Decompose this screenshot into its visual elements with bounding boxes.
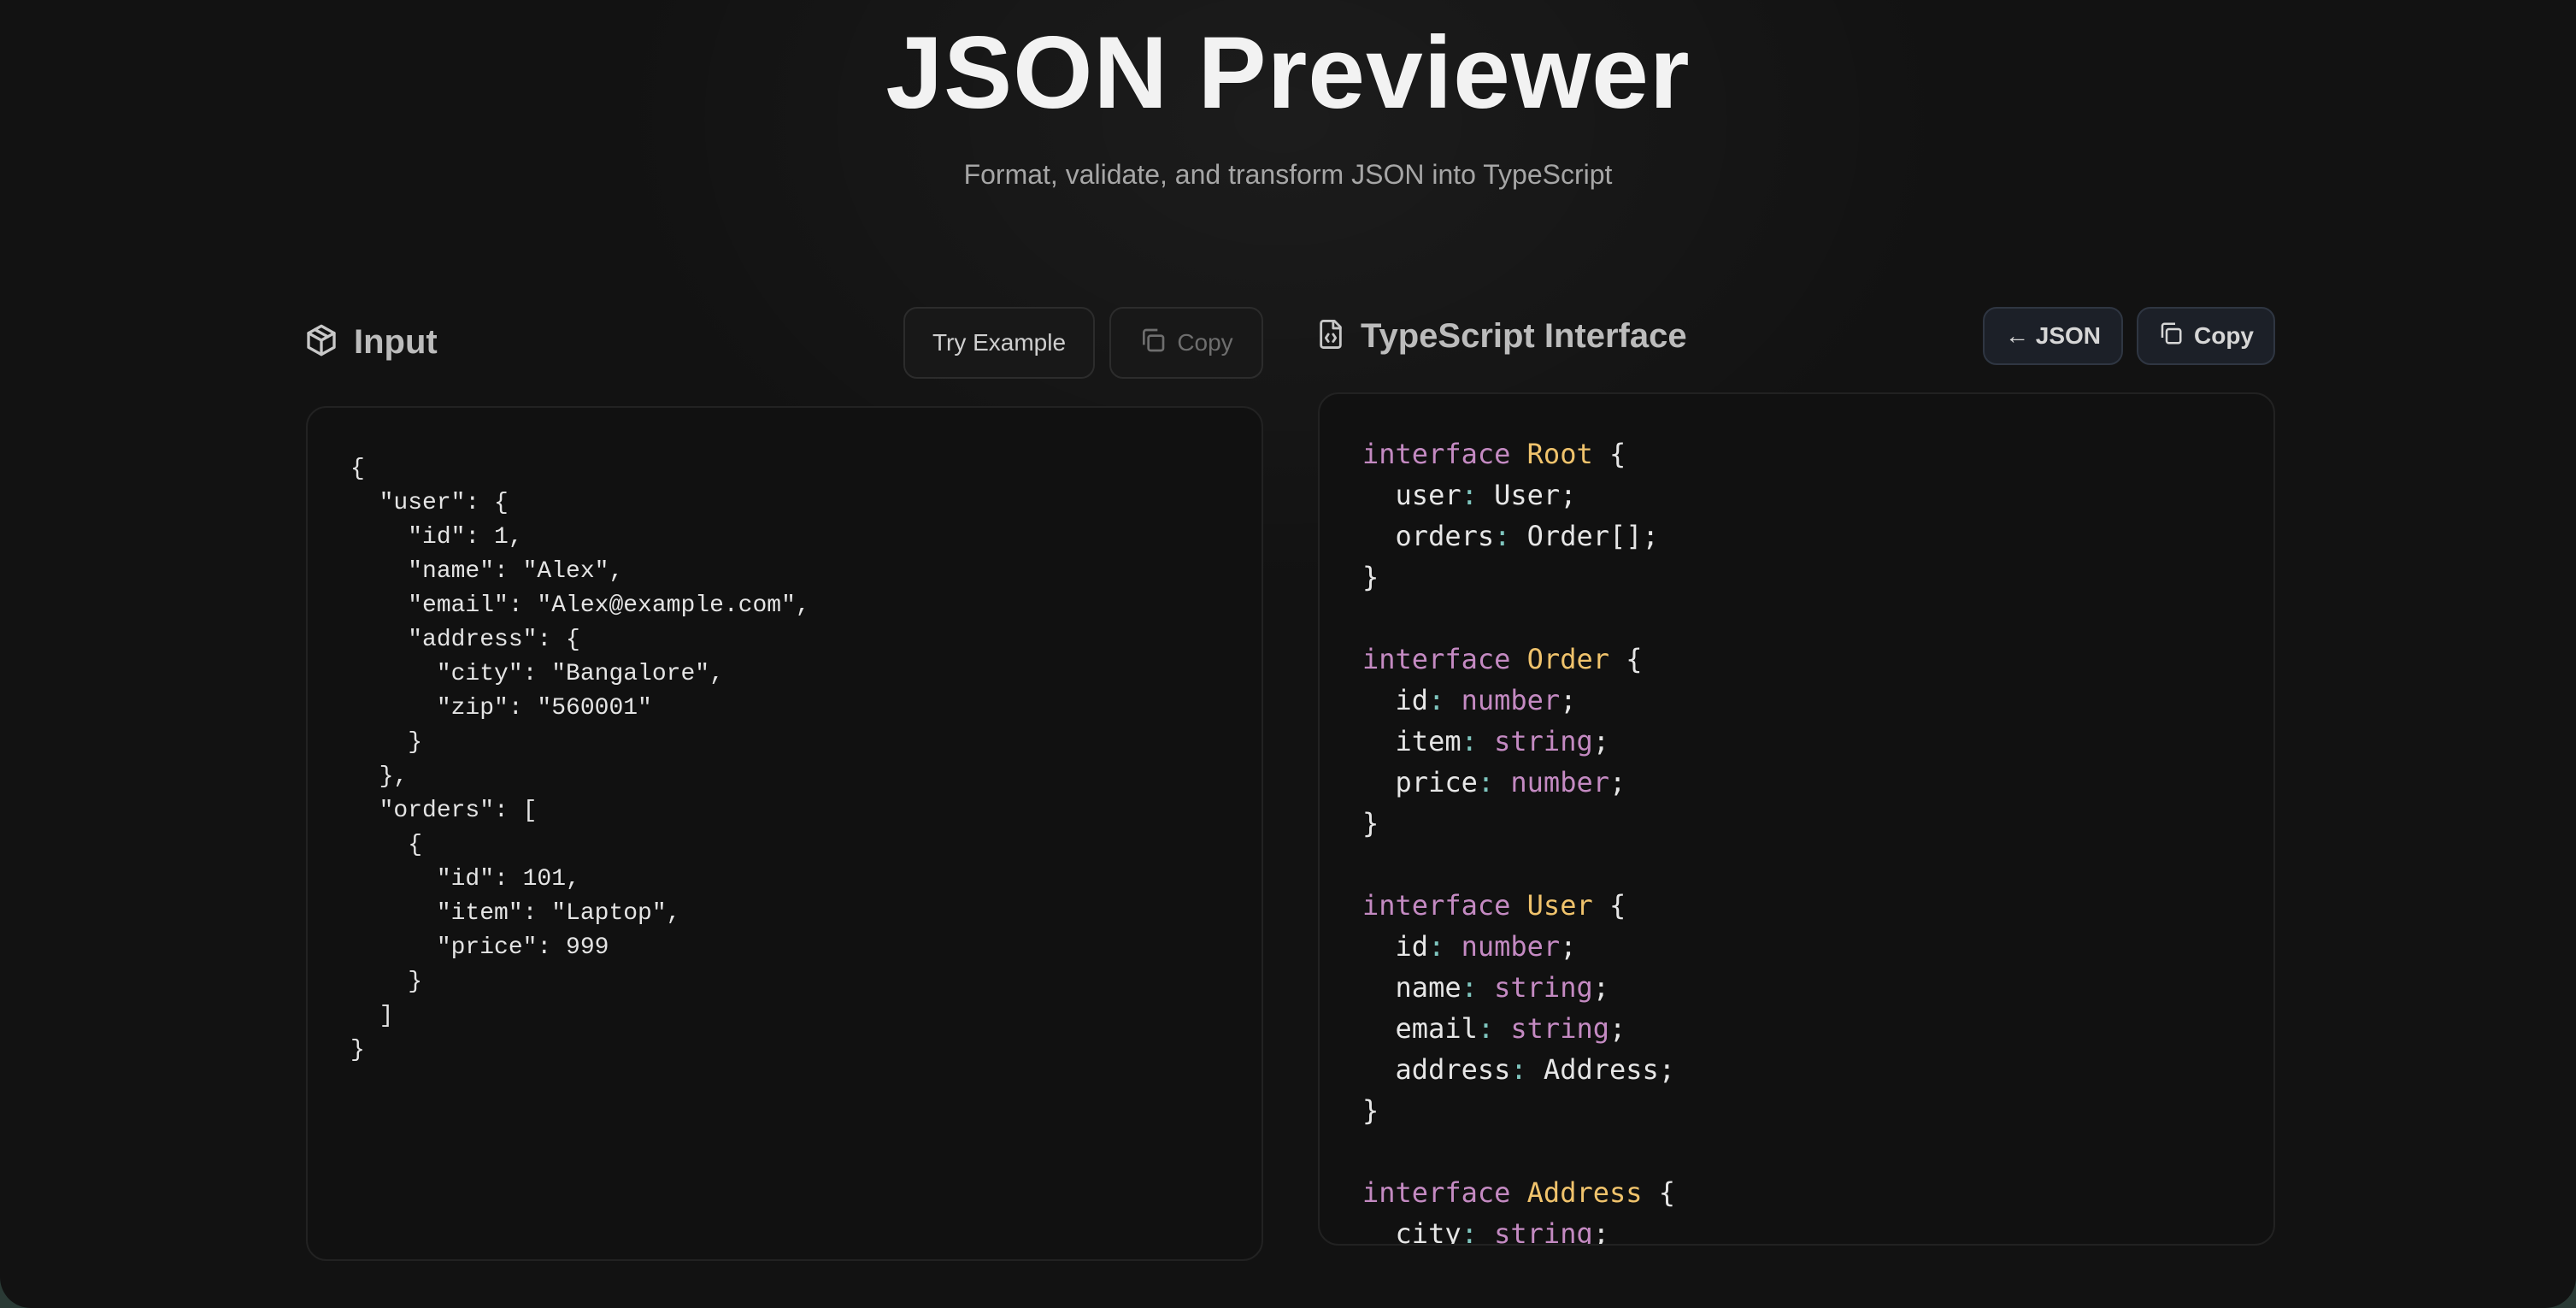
field-key: name — [1395, 971, 1461, 1004]
output-copy-button[interactable]: Copy — [2137, 307, 2275, 365]
copy-icon — [2158, 321, 2184, 352]
field-key: price — [1395, 766, 1478, 798]
interface-field: item: string; — [1395, 725, 1609, 757]
field-colon: : — [1428, 684, 1445, 716]
field-type: Order[] — [1526, 520, 1643, 552]
to-json-button[interactable]: ← JSON — [1983, 307, 2123, 365]
field-colon: : — [1461, 971, 1478, 1004]
field-type: string — [1494, 971, 1593, 1004]
interface-name: User — [1526, 889, 1593, 922]
interface-name: Address — [1526, 1176, 1643, 1209]
field-type: string — [1494, 1217, 1593, 1246]
field-type: Address — [1543, 1053, 1659, 1086]
interface-field: email: string; — [1395, 1012, 1626, 1045]
field-key: item — [1395, 725, 1461, 757]
interface-declaration: interface Root { — [1362, 438, 1626, 470]
interface-closing-brace: } — [1362, 807, 1379, 840]
interface-field: city: string; — [1362, 1213, 1675, 1246]
interface-field: id: number; — [1395, 930, 1577, 963]
page-title: JSON Previewer — [885, 15, 1691, 130]
field-colon: : — [1461, 1217, 1478, 1246]
field-colon: : — [1477, 766, 1495, 798]
interface-field: price: number; — [1395, 766, 1626, 798]
interface-declaration: interface Order { — [1362, 643, 1643, 675]
typescript-code: interface Root { user: User; orders: Ord… — [1362, 433, 1676, 1246]
page-subtitle: Format, validate, and transform JSON int… — [963, 159, 1613, 190]
interface-keyword: interface — [1362, 438, 1511, 470]
field-type: number — [1461, 930, 1561, 963]
interface-keyword: interface — [1362, 643, 1511, 675]
package-icon — [304, 323, 338, 362]
file-code-icon — [1316, 318, 1345, 355]
try-example-button[interactable]: Try Example — [903, 307, 1095, 379]
interface-field: id: number; — [1395, 684, 1577, 716]
interface-closing-brace: } — [1362, 561, 1379, 593]
field-key: id — [1395, 684, 1429, 716]
interface-field: orders: Order[]; — [1395, 520, 1659, 552]
field-key: orders — [1395, 520, 1495, 552]
typescript-output[interactable]: interface Root { user: User; orders: Ord… — [1318, 392, 2275, 1246]
field-colon: : — [1461, 725, 1478, 757]
field-colon: : — [1477, 1012, 1495, 1045]
input-copy-button[interactable]: Copy — [1109, 307, 1263, 379]
input-copy-label: Copy — [1177, 329, 1233, 356]
field-key: user — [1395, 479, 1461, 511]
input-panel-header: Input — [304, 320, 438, 364]
json-input-text: { "user": { "id": 1, "name": "Alex", "em… — [350, 456, 810, 1063]
field-type: number — [1461, 684, 1561, 716]
output-panel-title: TypeScript Interface — [1361, 316, 1687, 355]
interface-closing-brace: } — [1362, 1094, 1379, 1127]
copy-icon — [1139, 327, 1167, 360]
field-key: city — [1395, 1217, 1461, 1246]
interface-name: Order — [1526, 643, 1609, 675]
field-type: number — [1510, 766, 1609, 798]
field-type: User — [1494, 479, 1561, 511]
field-key: email — [1395, 1012, 1478, 1045]
interface-field: user: User; — [1395, 479, 1577, 511]
field-type: string — [1494, 725, 1593, 757]
output-copy-label: Copy — [2194, 322, 2254, 349]
output-panel-header: TypeScript Interface — [1316, 313, 1687, 359]
field-colon: : — [1428, 930, 1445, 963]
interface-declaration: interface Address { — [1362, 1176, 1676, 1209]
interface-keyword: interface — [1362, 889, 1511, 922]
to-json-label: ← JSON — [2004, 322, 2102, 349]
interface-field: name: string; — [1395, 971, 1609, 1004]
field-colon: : — [1510, 1053, 1527, 1086]
try-example-label: Try Example — [932, 329, 1067, 356]
field-key: address — [1395, 1053, 1511, 1086]
field-type: string — [1510, 1012, 1609, 1045]
interface-declaration: interface User { — [1362, 889, 1626, 922]
interface-field: address: Address; — [1395, 1053, 1676, 1086]
field-colon: : — [1461, 479, 1478, 511]
interface-keyword: interface — [1362, 1176, 1511, 1209]
field-colon: : — [1494, 520, 1511, 552]
interface-name: Root — [1526, 438, 1593, 470]
app-window: JSON Previewer Format, validate, and tra… — [0, 0, 2576, 1308]
input-panel-title: Input — [354, 322, 438, 361]
json-input-editor[interactable]: { "user": { "id": 1, "name": "Alex", "em… — [306, 406, 1263, 1261]
field-key: id — [1395, 930, 1429, 963]
